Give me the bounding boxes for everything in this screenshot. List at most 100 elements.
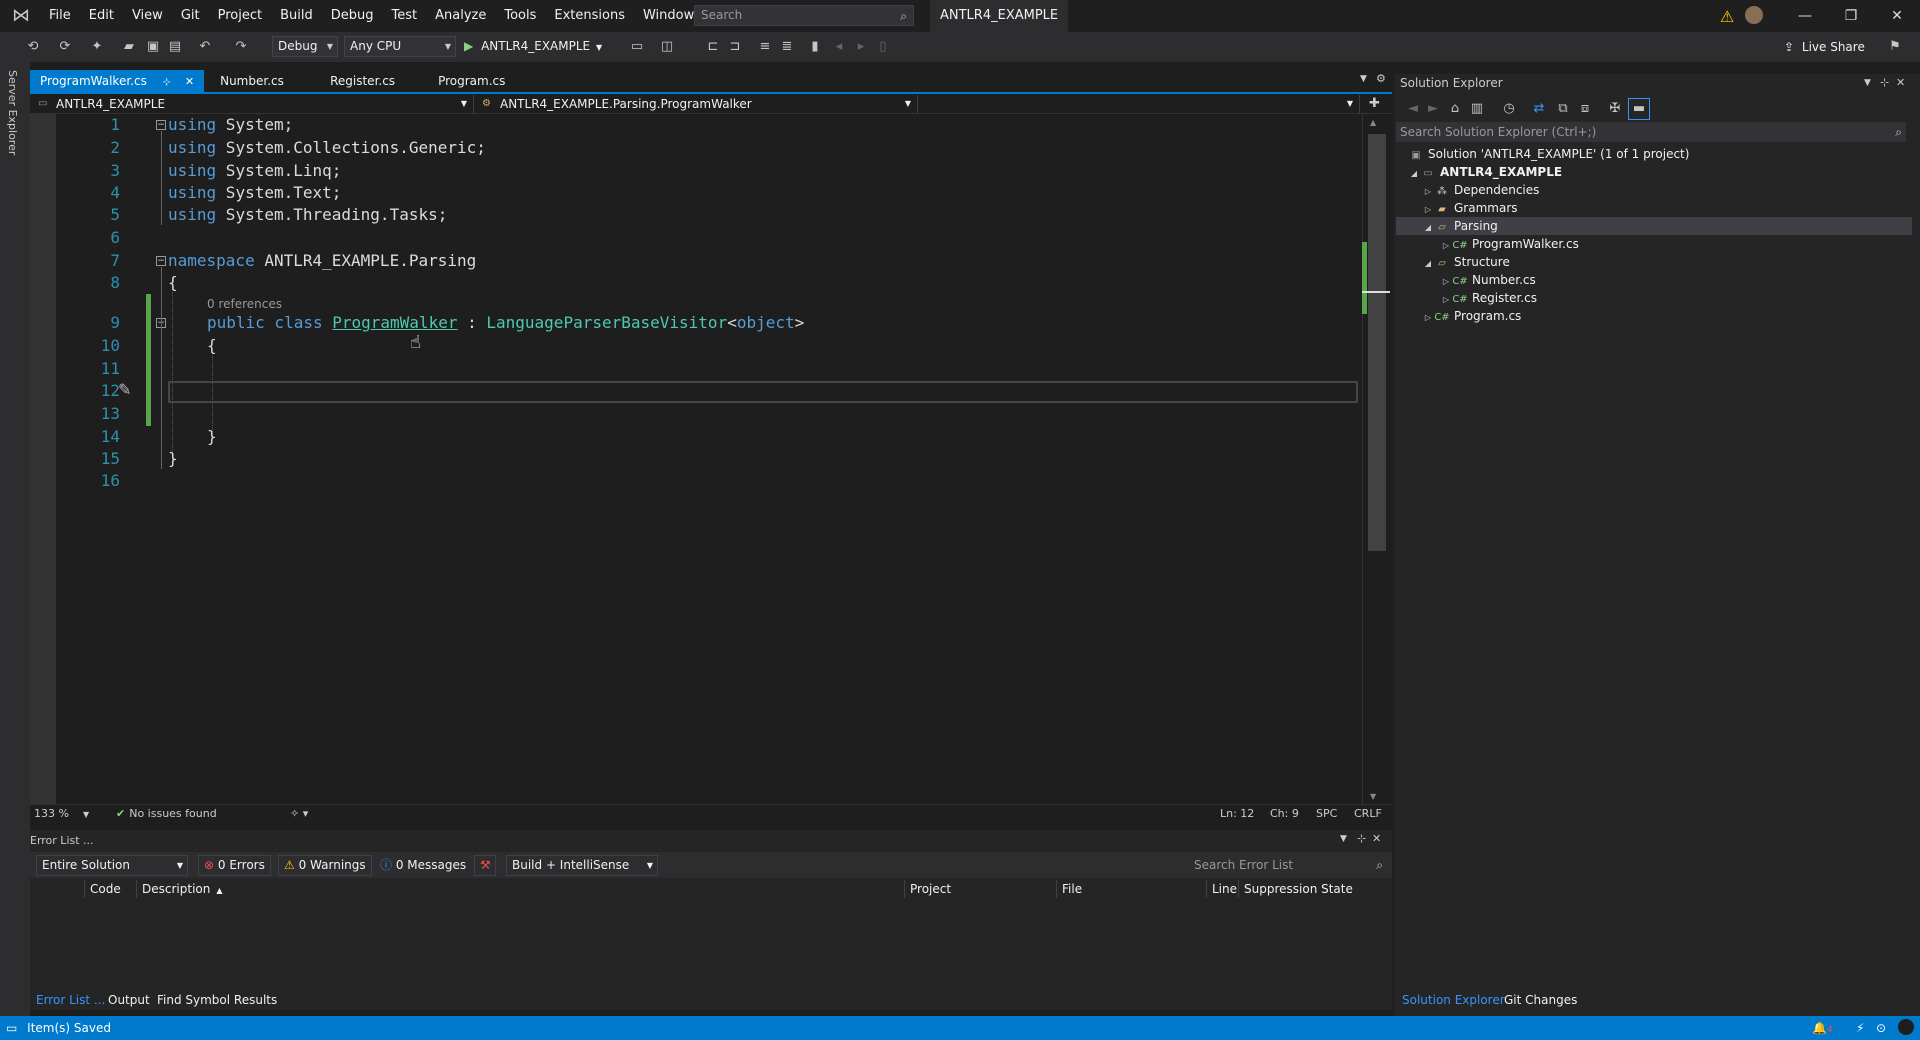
tab-output[interactable]: Output: [108, 993, 150, 1007]
collapsed-icon[interactable]: ▷: [1422, 309, 1434, 327]
menu-analyze[interactable]: Analyze: [426, 0, 495, 32]
whitespace-indicator[interactable]: SPC: [1316, 808, 1337, 820]
menu-window[interactable]: Window: [634, 0, 703, 32]
panel-menu-icon[interactable]: ▼: [1864, 78, 1871, 88]
scroll-down-icon[interactable]: ▼: [1370, 792, 1376, 801]
uncomment-icon[interactable]: ≣: [778, 38, 796, 56]
panel-menu-icon[interactable]: ▼: [1340, 834, 1347, 844]
menu-test[interactable]: Test: [383, 0, 427, 32]
open-folder-icon[interactable]: ▭: [628, 38, 646, 56]
tab-solution-explorer[interactable]: Solution Explorer: [1402, 993, 1505, 1007]
prev-bookmark-icon[interactable]: ◂: [830, 38, 848, 56]
menu-file[interactable]: File: [40, 0, 80, 32]
home-icon[interactable]: ⌂: [1446, 100, 1464, 118]
forward-icon[interactable]: ►: [1424, 100, 1442, 118]
collapse-toggle-icon[interactable]: −: [156, 256, 166, 266]
type-dropdown[interactable]: ⚙ ANTLR4_EXAMPLE.Parsing.ProgramWalker ▼: [478, 95, 918, 113]
copilot-icon[interactable]: ⚡: [1856, 1016, 1864, 1040]
save-all-icon[interactable]: ▤: [166, 38, 184, 56]
close-window-button[interactable]: ✕: [1874, 0, 1920, 32]
tree-item-structure[interactable]: ◢ ▱ Structure: [1422, 253, 1510, 271]
collapse-all-icon[interactable]: ⧉: [1554, 100, 1572, 118]
visual-studio-logo-icon[interactable]: ⋈: [10, 5, 32, 27]
solution-search-input[interactable]: Search Solution Explorer (Ctrl+;) ⌕: [1396, 122, 1906, 142]
project-dropdown[interactable]: ▭ ANTLR4_EXAMPLE ▼: [34, 95, 474, 113]
open-file-icon[interactable]: ▰: [120, 38, 138, 56]
tree-item-number[interactable]: ▷ C# Number.cs: [1440, 271, 1536, 289]
expanded-icon[interactable]: ◢: [1422, 219, 1434, 237]
settings-gear-icon[interactable]: ⚙: [1376, 72, 1386, 85]
column-header-file[interactable]: File: [1056, 880, 1206, 898]
tab-overflow-icon[interactable]: ▼: [1360, 74, 1367, 84]
column-header-description[interactable]: Description ▲: [136, 880, 904, 898]
source-control-icon[interactable]: ⊙: [1876, 1016, 1886, 1040]
next-bookmark-icon[interactable]: ▸: [852, 38, 870, 56]
scrollbar-thumb[interactable]: [1368, 134, 1386, 551]
navigate-back-icon[interactable]: ⟲: [24, 38, 42, 56]
tab-git-changes[interactable]: Git Changes: [1504, 993, 1577, 1007]
line-ending-indicator[interactable]: CRLF: [1354, 808, 1382, 820]
step-icon[interactable]: ⊏: [704, 38, 722, 56]
errors-filter-button[interactable]: ⊗ 0 Errors: [198, 855, 271, 876]
scroll-up-icon[interactable]: ▲: [1370, 118, 1376, 127]
zoom-dropdown[interactable]: 133 % ▼: [34, 808, 89, 821]
switch-views-icon[interactable]: ▥: [1468, 100, 1486, 118]
pending-changes-filter-icon[interactable]: ◷: [1500, 100, 1518, 118]
tree-item-solution[interactable]: ▣ Solution 'ANTLR4_EXAMPLE' (1 of 1 proje…: [1408, 145, 1689, 163]
tab-error-list[interactable]: Error List ...: [36, 993, 105, 1007]
tree-item-programwalker[interactable]: ▷ C# ProgramWalker.cs: [1440, 235, 1579, 253]
feedback-icon[interactable]: ⚑: [1886, 38, 1904, 56]
menu-extensions[interactable]: Extensions: [545, 0, 634, 32]
close-icon[interactable]: ✕: [1896, 76, 1905, 89]
screenshot-icon[interactable]: ◫: [658, 38, 676, 56]
pin-icon[interactable]: ⊹: [163, 77, 171, 88]
account-status-icon[interactable]: [1898, 1019, 1914, 1035]
warnings-filter-button[interactable]: ⚠ 0 Warnings: [278, 855, 372, 876]
live-share-button[interactable]: ⇪ Live Share: [1784, 38, 1865, 56]
menu-git[interactable]: Git: [172, 0, 209, 32]
health-indicator[interactable]: ✔ No issues found: [116, 808, 217, 820]
tab-programwalker[interactable]: ProgramWalker.cs ⊹ ✕: [30, 70, 205, 92]
show-all-files-icon[interactable]: ⧈: [1576, 100, 1594, 118]
undo-icon[interactable]: ↶: [196, 38, 214, 56]
column-header-suppression[interactable]: Suppression State: [1238, 880, 1388, 898]
expanded-icon[interactable]: ◢: [1422, 255, 1434, 273]
close-icon[interactable]: ✕: [185, 75, 194, 88]
messages-filter-button[interactable]: ⓘ 0 Messages: [374, 855, 473, 876]
avatar[interactable]: [1745, 6, 1763, 24]
line-indicator[interactable]: Ln: 12: [1220, 808, 1254, 820]
split-editor-icon[interactable]: ✚: [1369, 96, 1380, 111]
menu-edit[interactable]: Edit: [80, 0, 123, 32]
glyph-margin[interactable]: [30, 114, 56, 804]
properties-wrench-icon[interactable]: ✠: [1606, 100, 1624, 118]
error-list-search-input[interactable]: Search Error List ⌕: [1188, 855, 1388, 876]
redo-icon[interactable]: ↷: [232, 38, 250, 56]
menu-tools[interactable]: Tools: [495, 0, 545, 32]
minimize-button[interactable]: —: [1782, 0, 1828, 32]
class-name[interactable]: ProgramWalker: [332, 313, 457, 332]
close-icon[interactable]: ✕: [1372, 832, 1381, 845]
tab-number[interactable]: Number.cs: [210, 70, 320, 92]
codelens-references[interactable]: 0 references: [207, 296, 282, 312]
menu-view[interactable]: View: [123, 0, 172, 32]
column-indicator[interactable]: Ch: 9: [1270, 808, 1299, 820]
scope-dropdown[interactable]: Entire Solution ▼: [36, 855, 188, 876]
pin-icon[interactable]: ⊹: [1880, 76, 1889, 89]
comment-icon[interactable]: ≡: [756, 38, 774, 56]
tab-find-symbol-results[interactable]: Find Symbol Results: [157, 993, 277, 1007]
build-filter-icon[interactable]: ⚒: [474, 855, 496, 876]
start-debugging-button[interactable]: ▶ ANTLR4_EXAMPLE ▼: [464, 36, 602, 57]
server-explorer-tab[interactable]: Server Explorer: [6, 70, 19, 155]
member-dropdown[interactable]: ▼: [922, 95, 1360, 113]
sync-icon[interactable]: ⇄: [1530, 100, 1548, 118]
tree-item-register[interactable]: ▷ C# Register.cs: [1440, 289, 1537, 307]
search-input[interactable]: Search ⌕: [694, 5, 914, 26]
tab-register[interactable]: Register.cs: [320, 70, 428, 92]
menu-project[interactable]: Project: [209, 0, 271, 32]
tree-item-program[interactable]: ▷ C# Program.cs: [1422, 307, 1521, 325]
tree-item-dependencies[interactable]: ▷ ⁂ Dependencies: [1422, 181, 1539, 199]
tree-item-grammars[interactable]: ▷ ▰ Grammars: [1422, 199, 1518, 217]
build-source-dropdown[interactable]: Build + IntelliSense ▼: [506, 855, 658, 876]
collapse-toggle-icon[interactable]: −: [156, 120, 166, 130]
platform-dropdown[interactable]: Any CPU ▼: [344, 36, 456, 57]
